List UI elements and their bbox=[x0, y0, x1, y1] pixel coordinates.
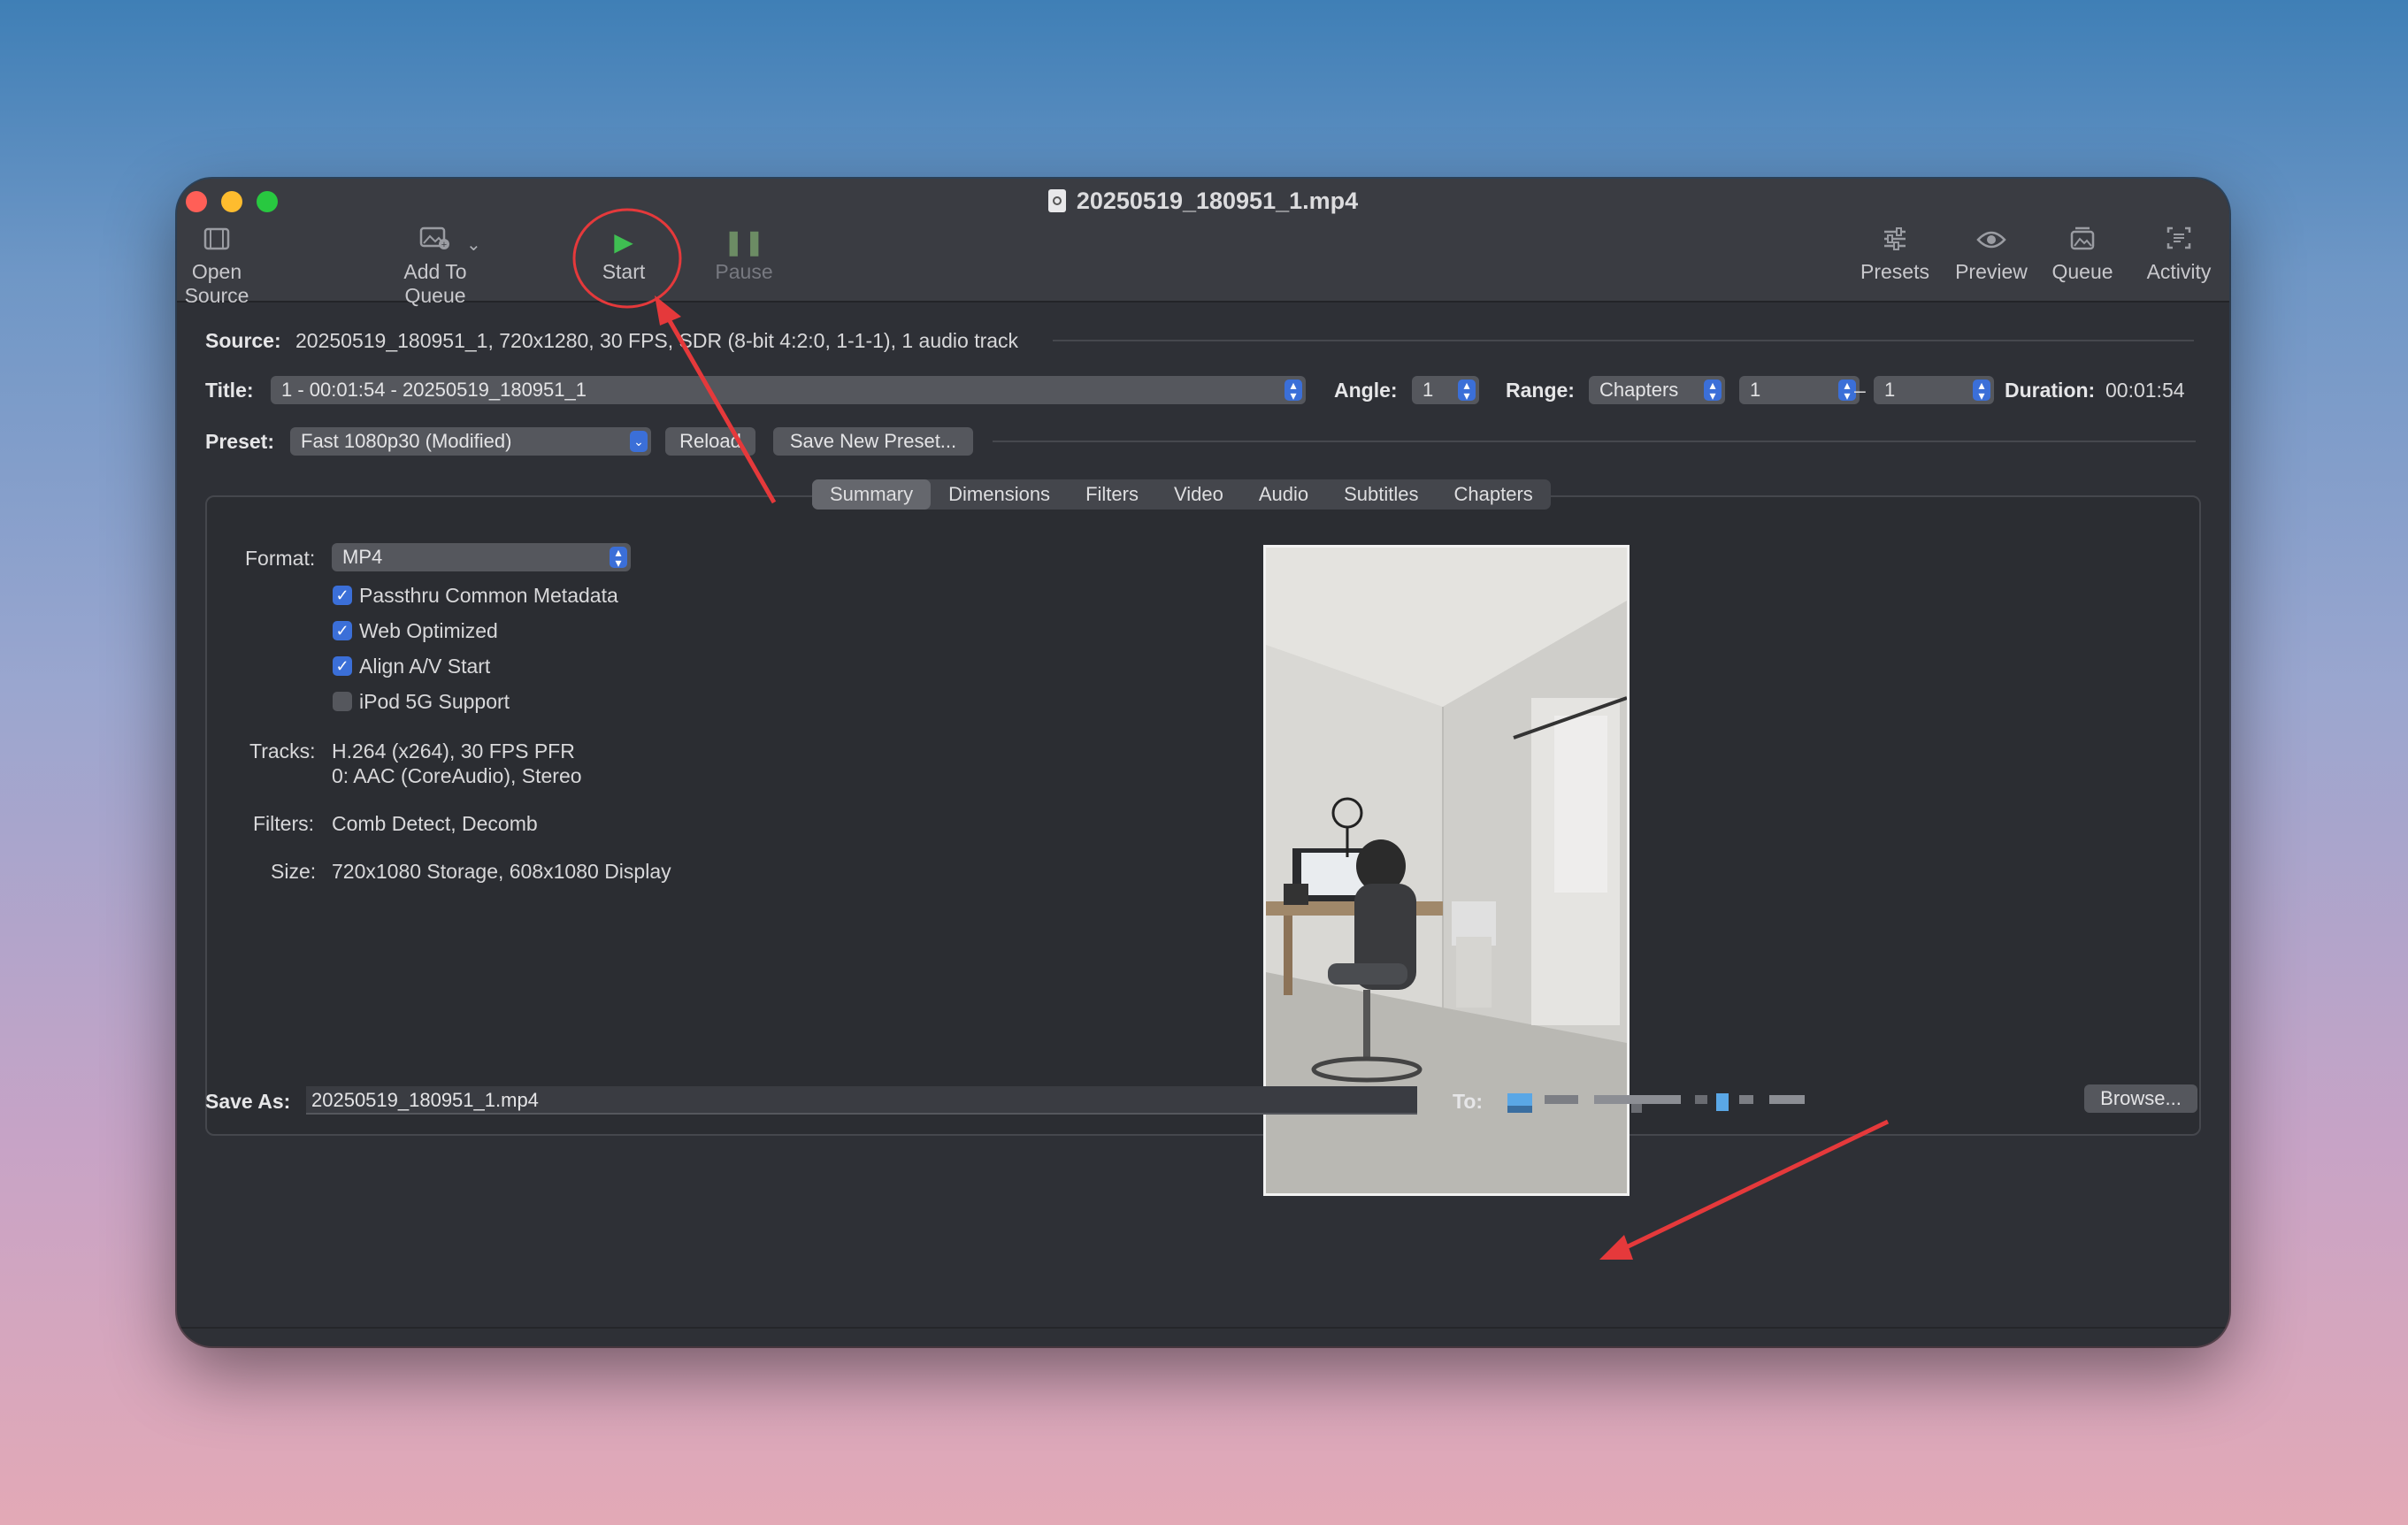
format-label: Format: bbox=[245, 547, 316, 570]
select-arrows-icon: ▴ ▾ bbox=[610, 546, 627, 569]
source-separator bbox=[1053, 340, 2194, 341]
source-label: Source: bbox=[205, 329, 281, 352]
web-optimized-label: Web Optimized bbox=[359, 619, 498, 642]
ipod-support-checkbox[interactable] bbox=[333, 692, 352, 711]
title-select[interactable]: 1 - 00:01:54 - 20250519_180951_1 ▴ ▾ bbox=[271, 376, 1306, 404]
source-info: 20250519_180951_1, 720x1280, 30 FPS, SDR… bbox=[295, 329, 1019, 352]
passthru-metadata-label: Passthru Common Metadata bbox=[359, 584, 618, 607]
preset-separator bbox=[993, 441, 2196, 442]
tab-video[interactable]: Video bbox=[1156, 479, 1241, 510]
size-label: Size: bbox=[271, 860, 317, 883]
handbrake-window: 20250519_180951_1.mp4 Open Source + Add … bbox=[177, 179, 2229, 1346]
bottom-separator bbox=[177, 1327, 2229, 1329]
filters-label: Filters: bbox=[253, 812, 314, 835]
duration-label: Duration: bbox=[2005, 379, 2096, 402]
browse-button[interactable]: Browse... bbox=[2084, 1084, 2197, 1113]
save-as-label: Save As: bbox=[205, 1090, 291, 1113]
tab-audio[interactable]: Audio bbox=[1241, 479, 1326, 510]
title-bar: 20250519_180951_1.mp4 Open Source + Add … bbox=[177, 179, 2229, 307]
activity-log-icon bbox=[2139, 225, 2219, 260]
destination-path-redacted[interactable] bbox=[1507, 1090, 1808, 1116]
title-label: Title: bbox=[205, 379, 254, 402]
ipod-support-label: iPod 5G Support bbox=[359, 690, 510, 713]
start-button[interactable]: ▶ Start bbox=[584, 225, 663, 284]
duration-value: 00:01:54 bbox=[2105, 379, 2185, 402]
select-arrows-icon: ▴ ▾ bbox=[1838, 379, 1856, 402]
tracks-video: H.264 (x264), 30 FPS PFR bbox=[332, 740, 575, 762]
align-av-label: Align A/V Start bbox=[359, 655, 491, 678]
tab-filters[interactable]: Filters bbox=[1068, 479, 1156, 510]
destination-label: To: bbox=[1453, 1090, 1484, 1113]
format-select[interactable]: MP4 ▴ ▾ bbox=[332, 543, 631, 571]
open-source-button[interactable]: Open Source bbox=[177, 225, 257, 308]
align-av-checkbox[interactable]: ✓ bbox=[333, 656, 352, 676]
add-to-queue-dropdown[interactable]: ⌄ bbox=[466, 234, 481, 256]
reload-button[interactable]: Reload bbox=[665, 427, 755, 456]
sliders-icon bbox=[1854, 225, 1936, 260]
range-dash: – bbox=[1854, 379, 1866, 402]
angle-label: Angle: bbox=[1334, 379, 1398, 402]
activity-button[interactable]: Activity bbox=[2139, 225, 2219, 284]
range-type-select[interactable]: Chapters ▴ ▾ bbox=[1589, 376, 1725, 404]
size-value: 720x1080 Storage, 608x1080 Display bbox=[332, 860, 671, 883]
tab-subtitles[interactable]: Subtitles bbox=[1326, 479, 1436, 510]
range-start-select[interactable]: 1 ▴ ▾ bbox=[1739, 376, 1860, 404]
pause-icon: ❚❚ bbox=[723, 228, 765, 256]
tab-bar: Summary Dimensions Filters Video Audio S… bbox=[812, 479, 1551, 510]
select-arrows-icon: ▴ ▾ bbox=[1704, 379, 1722, 402]
tab-chapters[interactable]: Chapters bbox=[1437, 479, 1551, 510]
svg-text:+: + bbox=[441, 240, 447, 250]
preset-label: Preset: bbox=[205, 430, 274, 453]
save-new-preset-button[interactable]: Save New Preset... bbox=[773, 427, 973, 456]
document-icon bbox=[1047, 189, 1066, 212]
save-as-input[interactable]: 20250519_180951_1.mp4 bbox=[306, 1086, 1417, 1115]
select-arrows-icon: ▴ ▾ bbox=[1285, 379, 1302, 402]
range-label: Range: bbox=[1506, 379, 1575, 402]
tab-summary[interactable]: Summary bbox=[812, 479, 932, 510]
tab-dimensions[interactable]: Dimensions bbox=[931, 479, 1068, 510]
window-title: 20250519_180951_1.mp4 bbox=[177, 188, 2229, 215]
select-arrows-icon: ▴ ▾ bbox=[1973, 379, 1990, 402]
filters-value: Comb Detect, Decomb bbox=[332, 812, 538, 835]
chevron-down-icon: ⌄ bbox=[630, 431, 648, 452]
preview-button[interactable]: Preview bbox=[1952, 225, 2031, 284]
film-icon bbox=[177, 225, 257, 260]
presets-button[interactable]: Presets bbox=[1854, 225, 1936, 284]
eye-icon bbox=[1952, 225, 2031, 260]
play-icon: ▶ bbox=[614, 228, 633, 256]
pause-button[interactable]: ❚❚ Pause bbox=[704, 225, 784, 284]
range-end-select[interactable]: 1 ▴ ▾ bbox=[1874, 376, 1994, 404]
photo-stack-icon bbox=[2047, 225, 2118, 260]
preset-select[interactable]: Fast 1080p30 (Modified) ⌄ bbox=[290, 427, 651, 456]
tracks-label: Tracks: bbox=[249, 740, 316, 762]
passthru-metadata-checkbox[interactable]: ✓ bbox=[333, 586, 352, 605]
web-optimized-checkbox[interactable]: ✓ bbox=[333, 621, 352, 640]
queue-button[interactable]: Queue bbox=[2047, 225, 2118, 284]
tracks-audio: 0: AAC (CoreAudio), Stereo bbox=[332, 764, 582, 787]
select-arrows-icon: ▴ ▾ bbox=[1458, 379, 1476, 402]
angle-select[interactable]: 1 ▴ ▾ bbox=[1412, 376, 1479, 404]
